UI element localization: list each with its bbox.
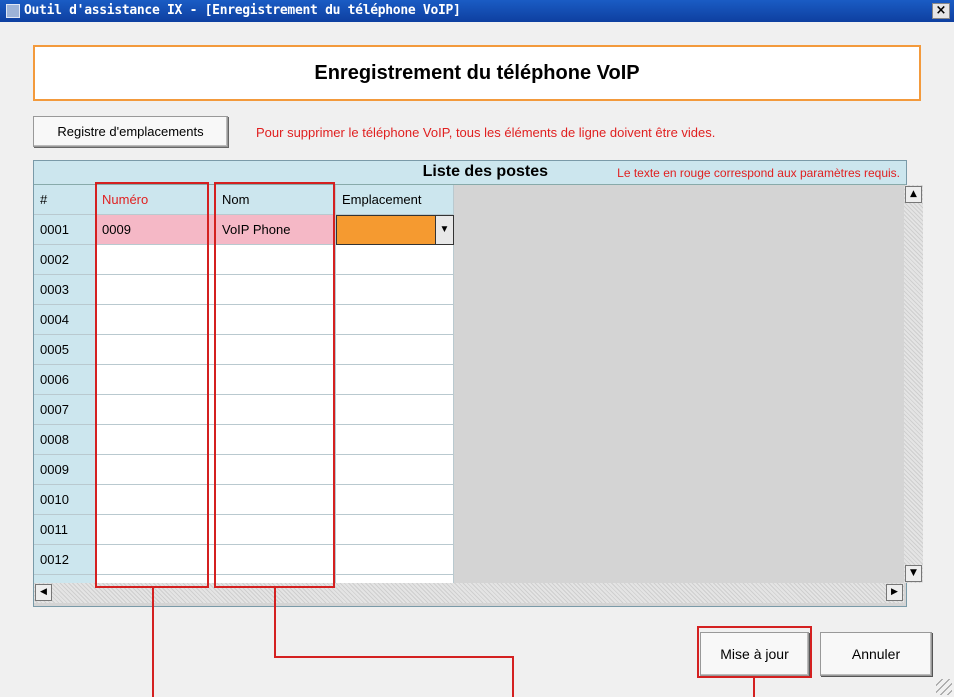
emplacement-cell[interactable] [336,575,454,583]
row-number-cell: 0004 [34,305,96,335]
emplacement-cell[interactable] [336,515,454,545]
chevron-down-icon[interactable]: ▼ [435,216,453,244]
emplacement-cell[interactable] [336,425,454,455]
close-icon[interactable]: × [932,3,950,19]
required-params-note: Le texte en rouge correspond aux paramèt… [617,166,900,180]
page-title: Enregistrement du téléphone VoIP [33,45,921,101]
emplacement-cell[interactable] [336,395,454,425]
row-number-cell: 0001 [34,215,96,245]
row-number-cell: 0010 [34,485,96,515]
row-number-cell: 0005 [34,335,96,365]
emplacement-cell[interactable] [336,335,454,365]
location-registry-button[interactable]: Registre d'emplacements [33,116,228,147]
row-number-cell: 0006 [34,365,96,395]
callout-line-nom [274,588,276,658]
window-title: Outil d'assistance IX - [Enregistrement … [24,3,461,18]
scroll-down-icon[interactable]: ▼ [905,565,922,582]
row-number-cell: 0002 [34,245,96,275]
app-icon [6,4,20,18]
row-number-cell: 0011 [34,515,96,545]
callout-numero-column [95,182,209,588]
row-number-cell: 0012 [34,545,96,575]
scroll-up-icon[interactable]: ▲ [905,186,922,203]
delete-instruction-text: Pour supprimer le téléphone VoIP, tous l… [256,125,716,140]
row-number-cell: 0003 [34,275,96,305]
scroll-left-icon[interactable]: ◀ [35,584,52,601]
callout-update-button [697,626,812,678]
emplacement-cell[interactable] [336,365,454,395]
list-title: Liste des postes [422,163,548,180]
callout-line-nom-down [512,656,514,697]
callout-nom-column [214,182,335,588]
cancel-button[interactable]: Annuler [820,632,932,676]
row-number-cell: 0007 [34,395,96,425]
callout-line-update [753,678,755,697]
column-header-num[interactable]: # [34,185,96,215]
emplacement-dropdown[interactable]: ▼ [336,215,454,245]
emplacement-cell[interactable] [336,455,454,485]
resize-grip-icon[interactable] [936,679,952,695]
row-number-cell: 0009 [34,455,96,485]
emplacement-cell[interactable] [336,245,454,275]
scroll-right-icon[interactable]: ▶ [886,584,903,601]
title-bar: Outil d'assistance IX - [Enregistrement … [0,0,954,22]
column-header-emplacement[interactable]: Emplacement [336,185,454,215]
emplacement-cell[interactable] [336,305,454,335]
callout-line-numero [152,588,154,697]
callout-line-nom-horizontal [274,656,514,658]
vertical-scrollbar[interactable]: ▲ ▼ [904,185,923,583]
emplacement-cell[interactable] [336,485,454,515]
row-number-cell: 0008 [34,425,96,455]
emplacement-cell[interactable] [336,545,454,575]
row-number-cell: 0013 [34,575,96,583]
emplacement-cell[interactable] [336,275,454,305]
